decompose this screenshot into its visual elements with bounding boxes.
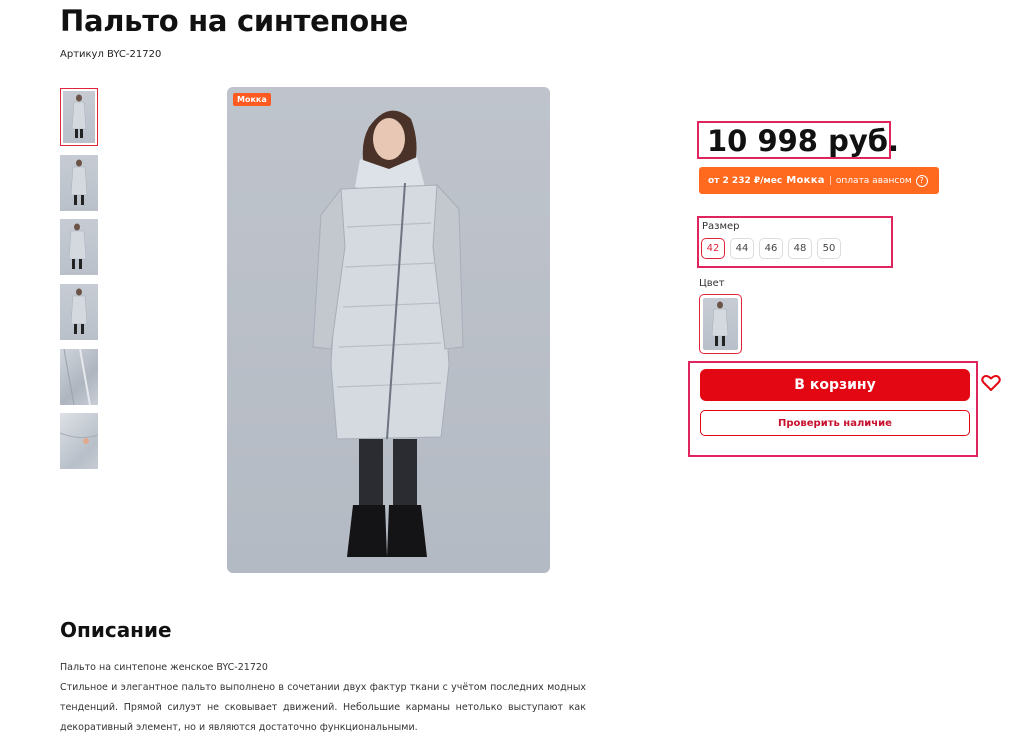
thumbnail-2[interactable]: [60, 155, 98, 211]
size-option-46[interactable]: 46: [759, 238, 783, 259]
size-option-48[interactable]: 48: [788, 238, 812, 259]
product-title: Пальто на синтепоне: [60, 4, 408, 38]
pocket-closeup-image: [60, 432, 98, 444]
installment-amount: от 2 232 ₽/мес: [708, 175, 783, 186]
thumbnail-5[interactable]: [60, 349, 98, 405]
description-body: Пальто на синтепоне женское BYC-21720 Ст…: [60, 658, 586, 738]
check-availability-button[interactable]: Проверить наличие: [700, 410, 970, 436]
product-price: 10 998 руб.: [707, 124, 900, 158]
installment-note: оплата авансом: [835, 175, 912, 186]
thumbnail-3[interactable]: [60, 219, 98, 275]
coat-thumbnail-image: [70, 288, 88, 334]
size-label: Размер: [702, 221, 740, 232]
size-option-42[interactable]: 42: [701, 238, 725, 259]
installment-separator: |: [828, 175, 832, 186]
main-product-image[interactable]: [227, 87, 550, 573]
price-highlight: 10 998 руб.: [697, 121, 899, 159]
fabric-closeup-image: [63, 349, 91, 405]
installment-banner[interactable]: от 2 232 ₽/мес Мокка | оплата авансом ?: [699, 167, 939, 194]
help-icon[interactable]: ?: [915, 174, 928, 187]
color-label: Цвет: [699, 278, 725, 289]
coat-swatch-image: [711, 301, 729, 346]
size-option-50[interactable]: 50: [817, 238, 841, 259]
size-option-44[interactable]: 44: [730, 238, 754, 259]
color-swatch-gray[interactable]: [699, 294, 742, 354]
coat-thumbnail-image: [70, 159, 88, 205]
description-line-2: Стильное и элегантное пальто выполнено в…: [60, 682, 586, 733]
heart-icon[interactable]: [981, 374, 1001, 392]
mokka-badge: Мокка: [233, 93, 271, 106]
thumbnail-6[interactable]: [60, 413, 98, 469]
thumbnail-4[interactable]: [60, 284, 98, 340]
size-options: 42 44 46 48 50: [701, 238, 841, 259]
add-to-cart-button[interactable]: В корзину: [700, 369, 970, 401]
coat-model-illustration: [312, 110, 464, 557]
description-line-1: Пальто на синтепоне женское BYC-21720: [60, 662, 268, 673]
description-heading: Описание: [60, 618, 172, 642]
coat-thumbnail-image: [68, 223, 87, 269]
coat-thumbnail-image: [71, 94, 87, 138]
size-selector: Размер 42 44 46 48 50: [697, 216, 893, 268]
product-sku: Артикул BYC-21720: [60, 49, 162, 60]
thumbnail-1[interactable]: [60, 88, 98, 146]
mokka-logo: Мокка: [786, 175, 825, 186]
purchase-actions: В корзину Проверить наличие: [688, 361, 978, 457]
